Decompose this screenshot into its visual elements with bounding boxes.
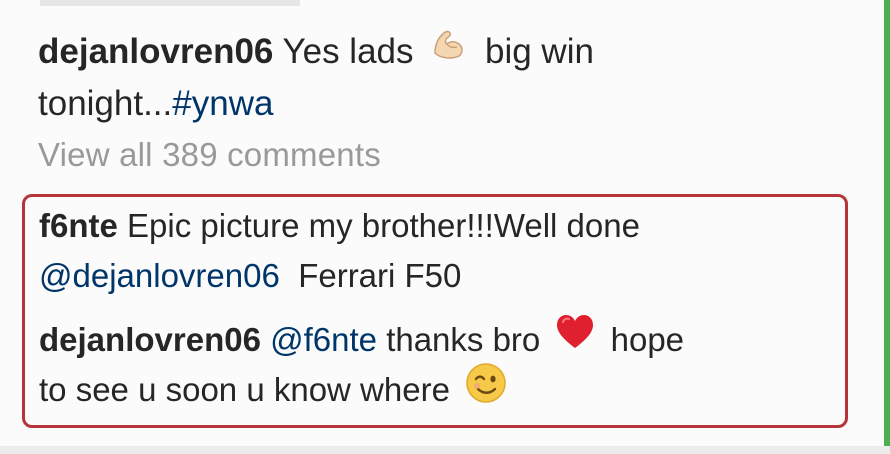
bottom-divider — [0, 446, 890, 454]
instagram-comment-section: dejanlovren06 Yes lads big win tonight..… — [0, 0, 890, 454]
comment-mention[interactable]: @dejanlovren06 — [39, 257, 280, 294]
green-border — [884, 0, 890, 454]
comment-username[interactable]: dejanlovren06 — [39, 321, 261, 358]
winking-face-icon — [465, 362, 507, 418]
caption-text-3: tonight... — [38, 84, 173, 124]
comment-text-mid: hope — [610, 321, 685, 358]
comment-text: Epic picture my brother!!!Well done — [127, 207, 640, 244]
highlighted-comments-box: f6nte Epic picture my brother!!!Well don… — [22, 194, 848, 428]
comment-text: thanks bro — [386, 321, 541, 358]
view-all-comments-link[interactable]: View all 389 comments — [38, 136, 381, 174]
caption-text-1: Yes lads — [282, 32, 414, 71]
comment-item: f6nte Epic picture my brother!!!Well don… — [39, 201, 829, 301]
hashtag-link[interactable]: #ynwa — [172, 84, 273, 123]
red-heart-icon — [555, 313, 595, 365]
top-divider — [40, 0, 300, 6]
comment-text-tail: Ferrari F50 — [298, 257, 462, 294]
comment-username[interactable]: f6nte — [39, 207, 118, 244]
caption-username[interactable]: dejanlovren06 — [38, 32, 273, 71]
post-caption: dejanlovren06 Yes lads big win tonight..… — [38, 26, 798, 130]
comment-text-tail: to see u soon u know where — [39, 371, 450, 409]
caption-text-2: big win — [484, 32, 594, 71]
comment-mention[interactable]: @f6nte — [270, 321, 377, 358]
comment-item: dejanlovren06 @f6nte thanks bro hope to … — [39, 315, 829, 418]
flexed-biceps-icon — [429, 23, 469, 78]
